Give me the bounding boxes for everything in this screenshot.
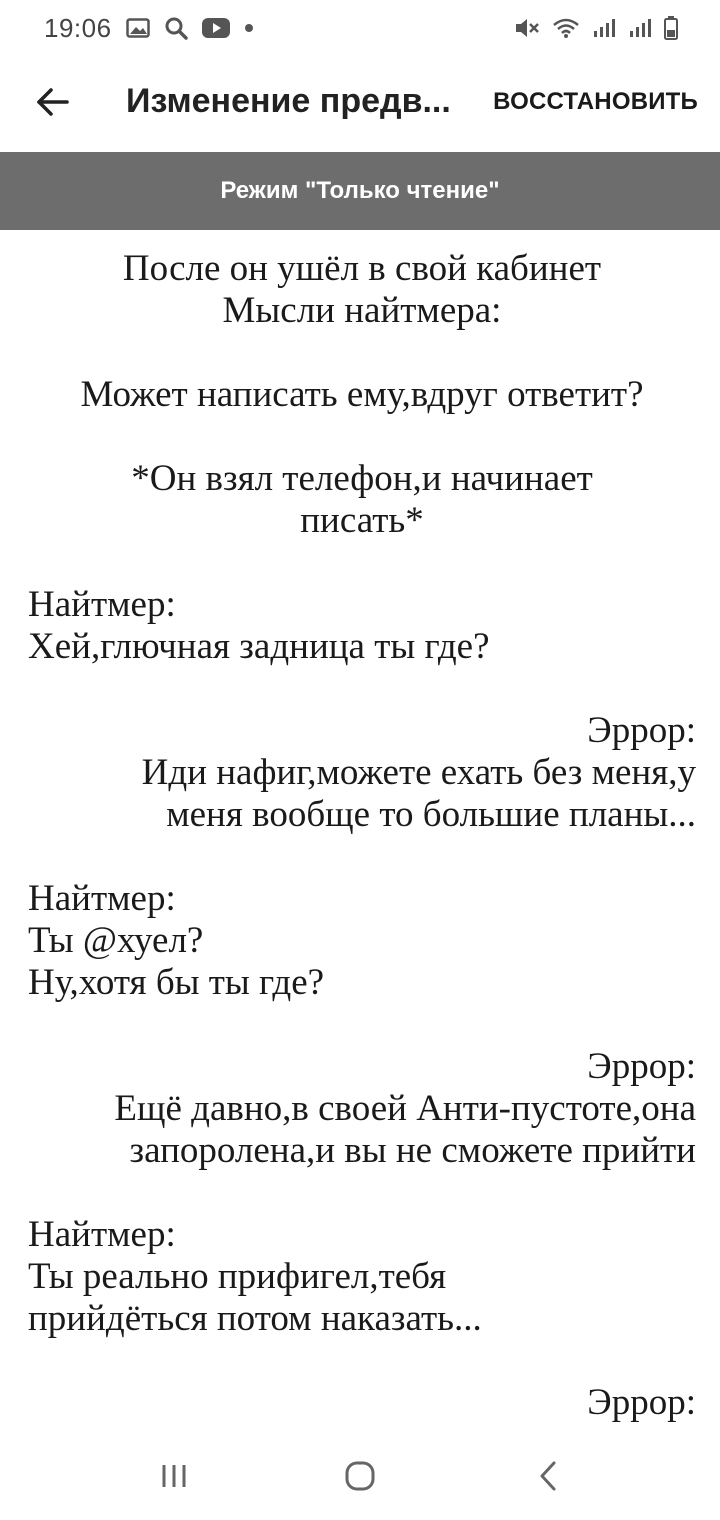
restore-button[interactable]: ВОССТАНОВИТЬ bbox=[493, 88, 698, 116]
story-content: После он ушёл в свой кабинет Мысли найтм… bbox=[28, 248, 696, 1424]
search-icon bbox=[164, 16, 188, 40]
story-paragraph: После он ушёл в свой кабинет Мысли найтм… bbox=[122, 248, 602, 331]
story-paragraph: Найтмер: Ты реально прифигел,тебя прийдё… bbox=[28, 1214, 482, 1339]
status-bar: 19:06 bbox=[0, 0, 720, 56]
status-time: 19:06 bbox=[44, 12, 112, 43]
home-button[interactable] bbox=[330, 1458, 390, 1498]
nav-back-button[interactable] bbox=[518, 1458, 578, 1498]
story-paragraph: Найтмер: Ты @хуел? Ну,хотя бы ты где? bbox=[28, 878, 325, 1003]
status-right bbox=[514, 16, 678, 40]
gallery-icon bbox=[125, 18, 150, 38]
story-paragraph: Эррор: Иди нафиг,можете ехать без меня,у… bbox=[141, 710, 696, 835]
signal-icon bbox=[592, 17, 616, 39]
youtube-icon bbox=[201, 18, 230, 38]
recent-apps-icon bbox=[159, 1462, 189, 1495]
readonly-banner-text: Режим "Только чтение" bbox=[220, 177, 500, 204]
story-paragraph: Может написать ему,вдруг ответит? bbox=[80, 374, 644, 415]
dot-icon bbox=[244, 23, 254, 33]
page-title: Изменение предв... bbox=[126, 82, 451, 120]
arrow-left-icon bbox=[35, 87, 69, 122]
recent-apps-button[interactable] bbox=[144, 1458, 204, 1498]
readonly-banner: Режим "Только чтение" bbox=[0, 152, 720, 230]
chevron-left-icon bbox=[537, 1460, 559, 1497]
story-paragraph: Найтмер: Хей,глючная задница ты где? bbox=[28, 584, 490, 667]
status-left: 19:06 bbox=[44, 13, 254, 44]
signal-icon bbox=[628, 17, 652, 39]
mute-icon bbox=[514, 16, 540, 40]
navigation-bar bbox=[0, 1436, 720, 1520]
battery-icon bbox=[664, 16, 678, 40]
back-button[interactable] bbox=[26, 78, 78, 130]
app-bar: Изменение предв... ВОССТАНОВИТЬ bbox=[0, 56, 720, 152]
home-icon bbox=[344, 1460, 376, 1497]
story-paragraph: Эррор: bbox=[587, 1382, 696, 1423]
story-paragraph: *Он взял телефон,и начинает писать* bbox=[131, 458, 593, 541]
wifi-icon bbox=[552, 17, 580, 39]
story-paragraph: Эррор: Ещё давно,в своей Анти-пустоте,он… bbox=[114, 1046, 696, 1171]
